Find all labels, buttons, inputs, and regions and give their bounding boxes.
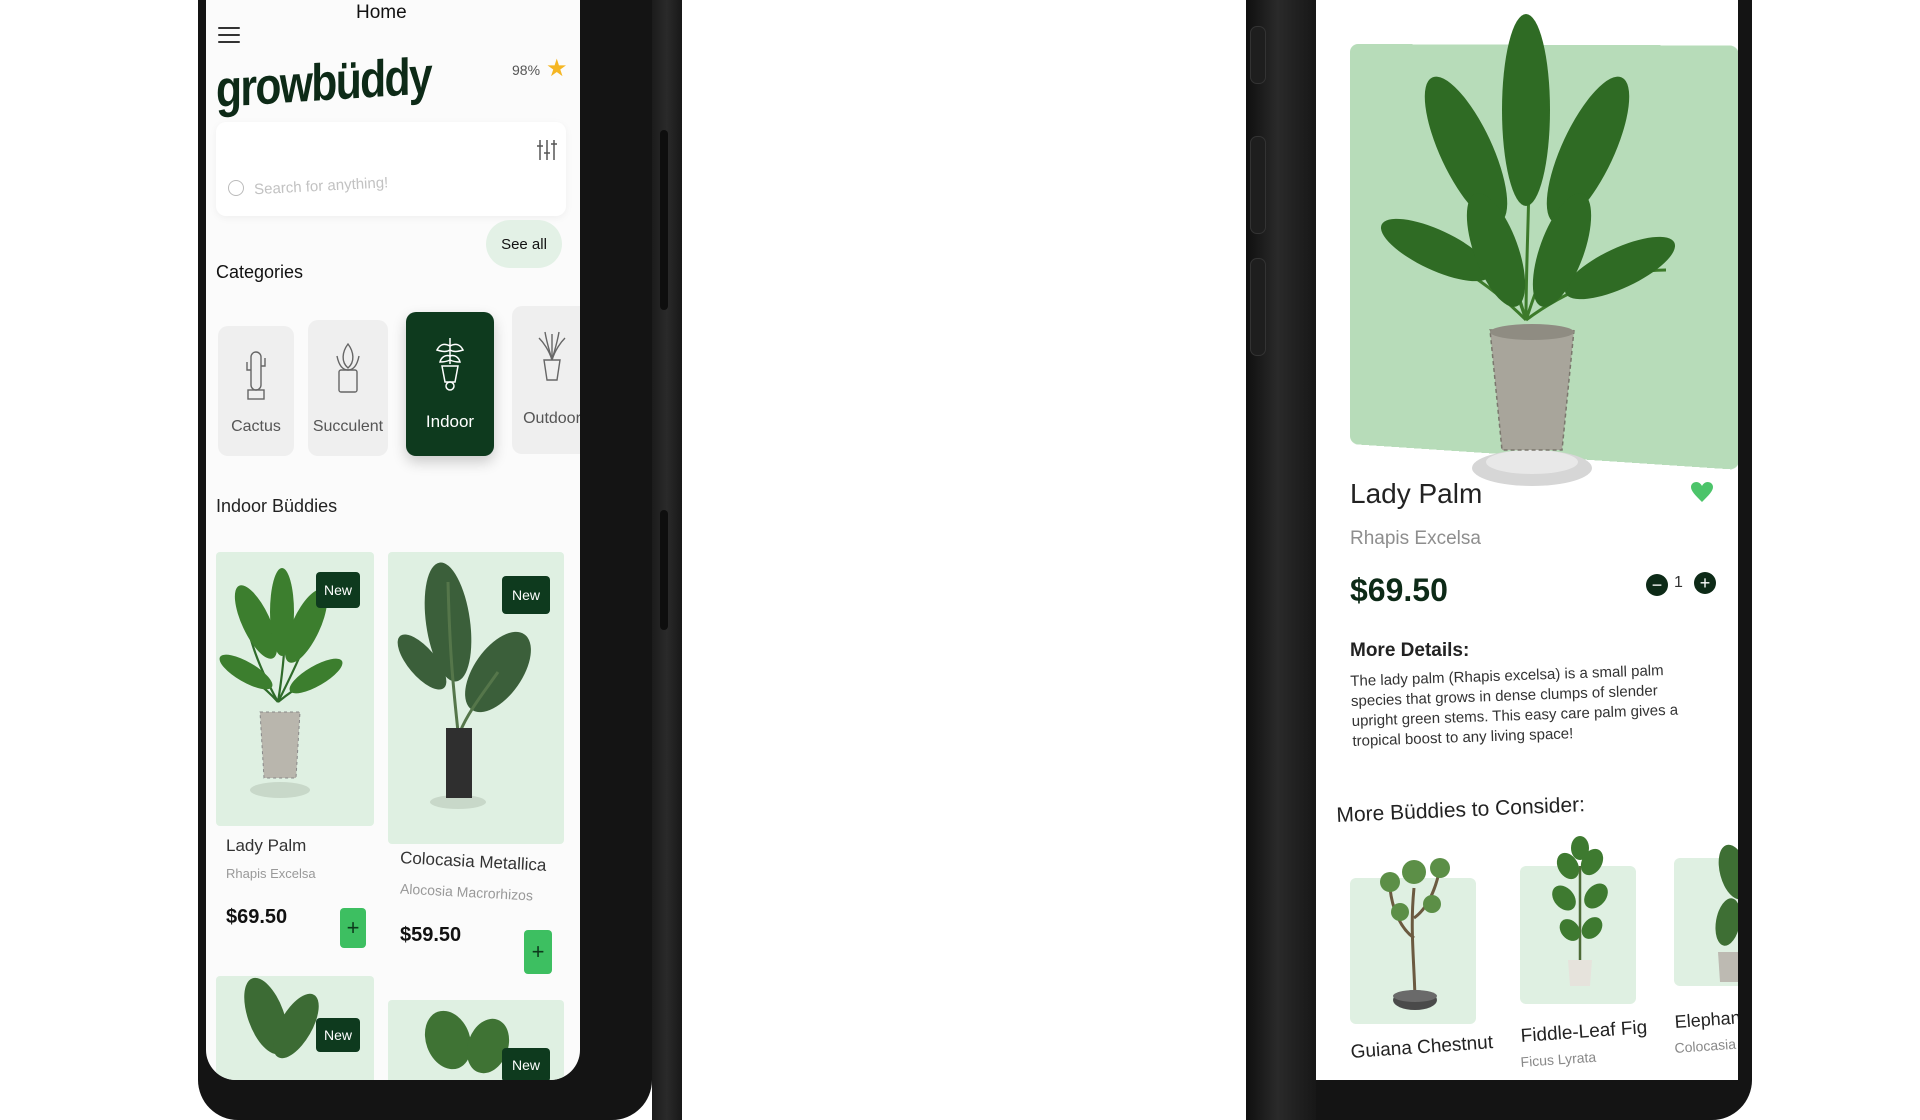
category-label: Indoor <box>425 412 475 431</box>
plant-image: New <box>388 1000 564 1080</box>
category-cactus[interactable]: Cactus <box>218 326 294 456</box>
recommended-plant-name: Guiana Chestnut <box>1350 1032 1494 1063</box>
plant-scientific-name: Rhapis Excelsa <box>226 866 316 881</box>
succulent-icon <box>333 340 363 401</box>
new-badge: New <box>502 1048 550 1080</box>
recommended-plant-name: Elephant <box>1674 1007 1738 1032</box>
product-price: $69.50 <box>1350 572 1448 608</box>
mute-switch <box>1250 26 1266 84</box>
more-details-text: The lady palm (Rhapis excelsa) is a smal… <box>1350 662 1679 750</box>
new-badge: New <box>502 576 550 614</box>
rating-value: 98% <box>512 62 541 78</box>
side-button <box>660 130 668 310</box>
plant-image: New <box>388 552 564 844</box>
plus-icon: + <box>346 915 360 940</box>
volume-up-button <box>1250 136 1266 234</box>
star-icon: ★ <box>546 55 568 82</box>
fiddle-leaf-fig-image <box>1552 836 1608 986</box>
increase-quantity-button[interactable]: + <box>1694 572 1716 594</box>
category-label: Succulent <box>312 418 384 435</box>
product-name: Lady Palm <box>1350 478 1483 509</box>
add-to-cart-button[interactable]: + <box>524 930 552 974</box>
phone-edge <box>652 0 682 1120</box>
cactus-icon <box>244 346 268 407</box>
new-badge: New <box>316 572 360 608</box>
volume-down-button <box>1250 258 1266 356</box>
categories-title: Categories <box>216 262 304 282</box>
plant-price: $59.50 <box>400 924 462 946</box>
search-icon <box>228 180 244 196</box>
category-indoor[interactable]: Indoor <box>406 312 494 456</box>
quantity-value: 1 <box>1674 574 1683 591</box>
category-label: Outdoor <box>523 410 580 427</box>
search-input[interactable] <box>251 167 497 200</box>
category-outdoor[interactable]: Outdoor <box>512 306 580 454</box>
heart-icon[interactable] <box>1690 480 1714 509</box>
app-logo: growbüddy <box>216 47 431 119</box>
new-badge: New <box>316 1018 360 1052</box>
add-to-cart-button[interactable]: + <box>340 908 366 948</box>
decrease-quantity-button[interactable]: − <box>1646 574 1668 596</box>
recommended-plant-name: Fiddle-Leaf Fig <box>1520 1017 1648 1047</box>
side-button <box>660 510 668 630</box>
plus-icon: + <box>1699 573 1711 593</box>
home-screen: Home growbüddy 98% ★ See all Categories … <box>206 0 580 1080</box>
search-bar[interactable] <box>216 122 566 216</box>
indoor-buddies-title: Indoor Büddies <box>216 496 338 516</box>
see-all-button[interactable]: See all <box>486 220 562 268</box>
phone-side <box>1246 0 1316 1120</box>
lady-palm-image <box>1380 14 1676 486</box>
plus-icon: + <box>531 939 545 964</box>
plant-scientific-name: Alocosia Macrorhizos <box>399 880 534 904</box>
product-scientific-name: Rhapis Excelsa <box>1350 528 1481 549</box>
recommended-plant-scientific-name: Ficus Lyrata <box>1520 1048 1597 1070</box>
minus-icon: − <box>1651 575 1663 595</box>
more-buddies-title: More Büddies to Consider: <box>1336 793 1586 827</box>
plant-name: Colocasia Metallica <box>399 848 547 875</box>
category-succulent[interactable]: Succulent <box>308 320 388 456</box>
menu-icon[interactable] <box>218 22 240 48</box>
plant-price: $69.50 <box>226 906 288 928</box>
elephant-ear-image <box>1715 844 1738 982</box>
plant-name: Lady Palm <box>226 836 307 855</box>
outdoor-plant-icon <box>535 328 569 391</box>
plant-image: New <box>216 976 374 1080</box>
guiana-chestnut-image <box>1380 858 1450 1010</box>
plant-image: New <box>216 552 374 826</box>
product-detail-screen: Lady Palm Rhapis Excelsa $69.50 − 1 + Mo… <box>1316 0 1738 1080</box>
category-label: Cactus <box>231 418 281 435</box>
more-details-title: More Details: <box>1350 640 1470 661</box>
filter-icon[interactable] <box>536 138 558 162</box>
page-title: Home <box>356 2 407 23</box>
indoor-plant-icon <box>433 334 467 397</box>
recommended-plant-scientific-name: Colocasia E <box>1674 1035 1738 1056</box>
